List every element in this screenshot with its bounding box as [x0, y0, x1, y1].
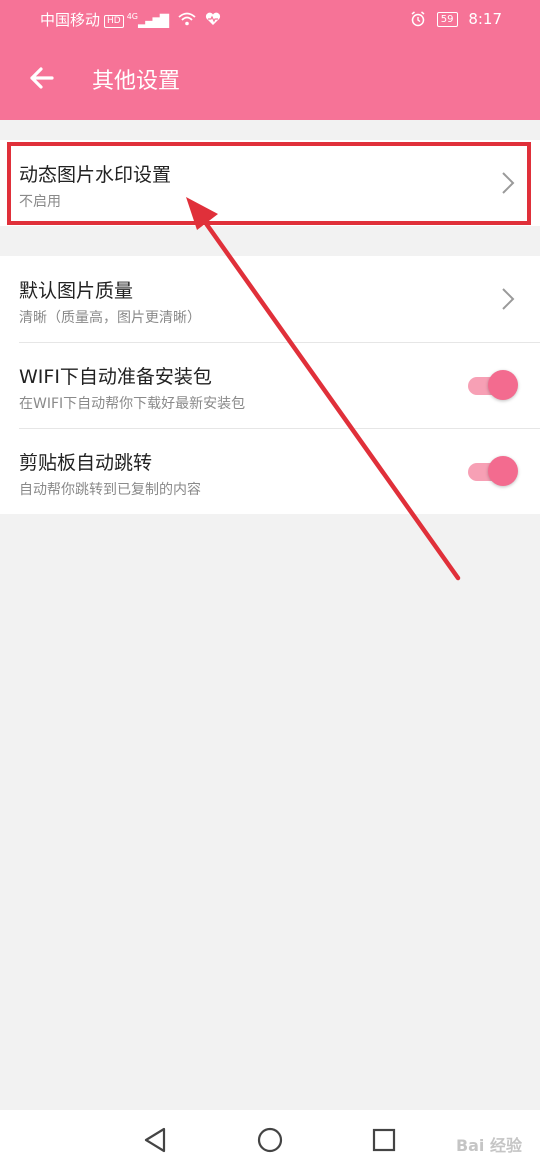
carrier-name: 中国移动 — [40, 11, 101, 29]
toggle-knob — [488, 370, 518, 400]
wifi-download-toggle[interactable] — [468, 370, 520, 402]
setting-title: 默认图片质量 — [19, 280, 134, 302]
battery-icon: 59 — [431, 9, 464, 27]
annotation-highlight-box — [7, 142, 531, 225]
clipboard-jump-toggle[interactable] — [468, 456, 520, 488]
setting-row-clipboard-jump[interactable]: 剪贴板自动跳转 自动帮你跳转到已复制的内容 — [0, 428, 540, 514]
alarm-icon — [411, 11, 425, 27]
setting-row-image-quality[interactable]: 默认图片质量 清晰（质量高，图片更清晰） — [0, 256, 540, 342]
app-header: 中国移动 HD 4G▂▄▆█ 59 8:17 其他设置 — [0, 0, 540, 120]
setting-title: 剪贴板自动跳转 — [19, 452, 153, 474]
hd-badge: HD — [104, 15, 124, 28]
status-bar: 中国移动 HD 4G▂▄▆█ 59 8:17 — [0, 0, 540, 36]
watermark: Bai 经验 — [455, 1136, 522, 1155]
settings-card-general: 默认图片质量 清晰（质量高，图片更清晰） WIFI下自动准备安装包 在WIFI下… — [0, 256, 540, 514]
signal-icon: ▂▄▆█ — [138, 14, 169, 28]
setting-title: WIFI下自动准备安装包 — [19, 366, 212, 388]
setting-subtitle: 自动帮你跳转到已复制的内容 — [19, 482, 201, 498]
arrow-left-icon[interactable] — [24, 60, 60, 96]
health-heart-icon — [205, 12, 220, 25]
carrier-info: 中国移动 HD 4G▂▄▆█ — [40, 9, 221, 30]
wifi-icon — [178, 12, 196, 26]
status-right: 59 8:17 — [410, 9, 502, 28]
setting-subtitle: 清晰（质量高，图片更清晰） — [19, 310, 201, 326]
toggle-knob — [488, 456, 518, 486]
network-type: 4G — [126, 12, 139, 21]
circle-home-icon[interactable] — [254, 1124, 286, 1156]
battery-level: 59 — [436, 12, 458, 27]
square-recents-icon[interactable] — [368, 1124, 400, 1156]
triangle-back-icon[interactable] — [140, 1124, 172, 1156]
clock: 8:17 — [468, 10, 502, 28]
system-nav-bar: Bai 经验 — [0, 1110, 540, 1170]
chevron-right-icon — [502, 288, 515, 310]
setting-row-wifi-download[interactable]: WIFI下自动准备安装包 在WIFI下自动帮你下载好最新安装包 — [0, 342, 540, 428]
setting-subtitle: 在WIFI下自动帮你下载好最新安装包 — [19, 396, 246, 412]
page-title: 其他设置 — [92, 69, 181, 94]
